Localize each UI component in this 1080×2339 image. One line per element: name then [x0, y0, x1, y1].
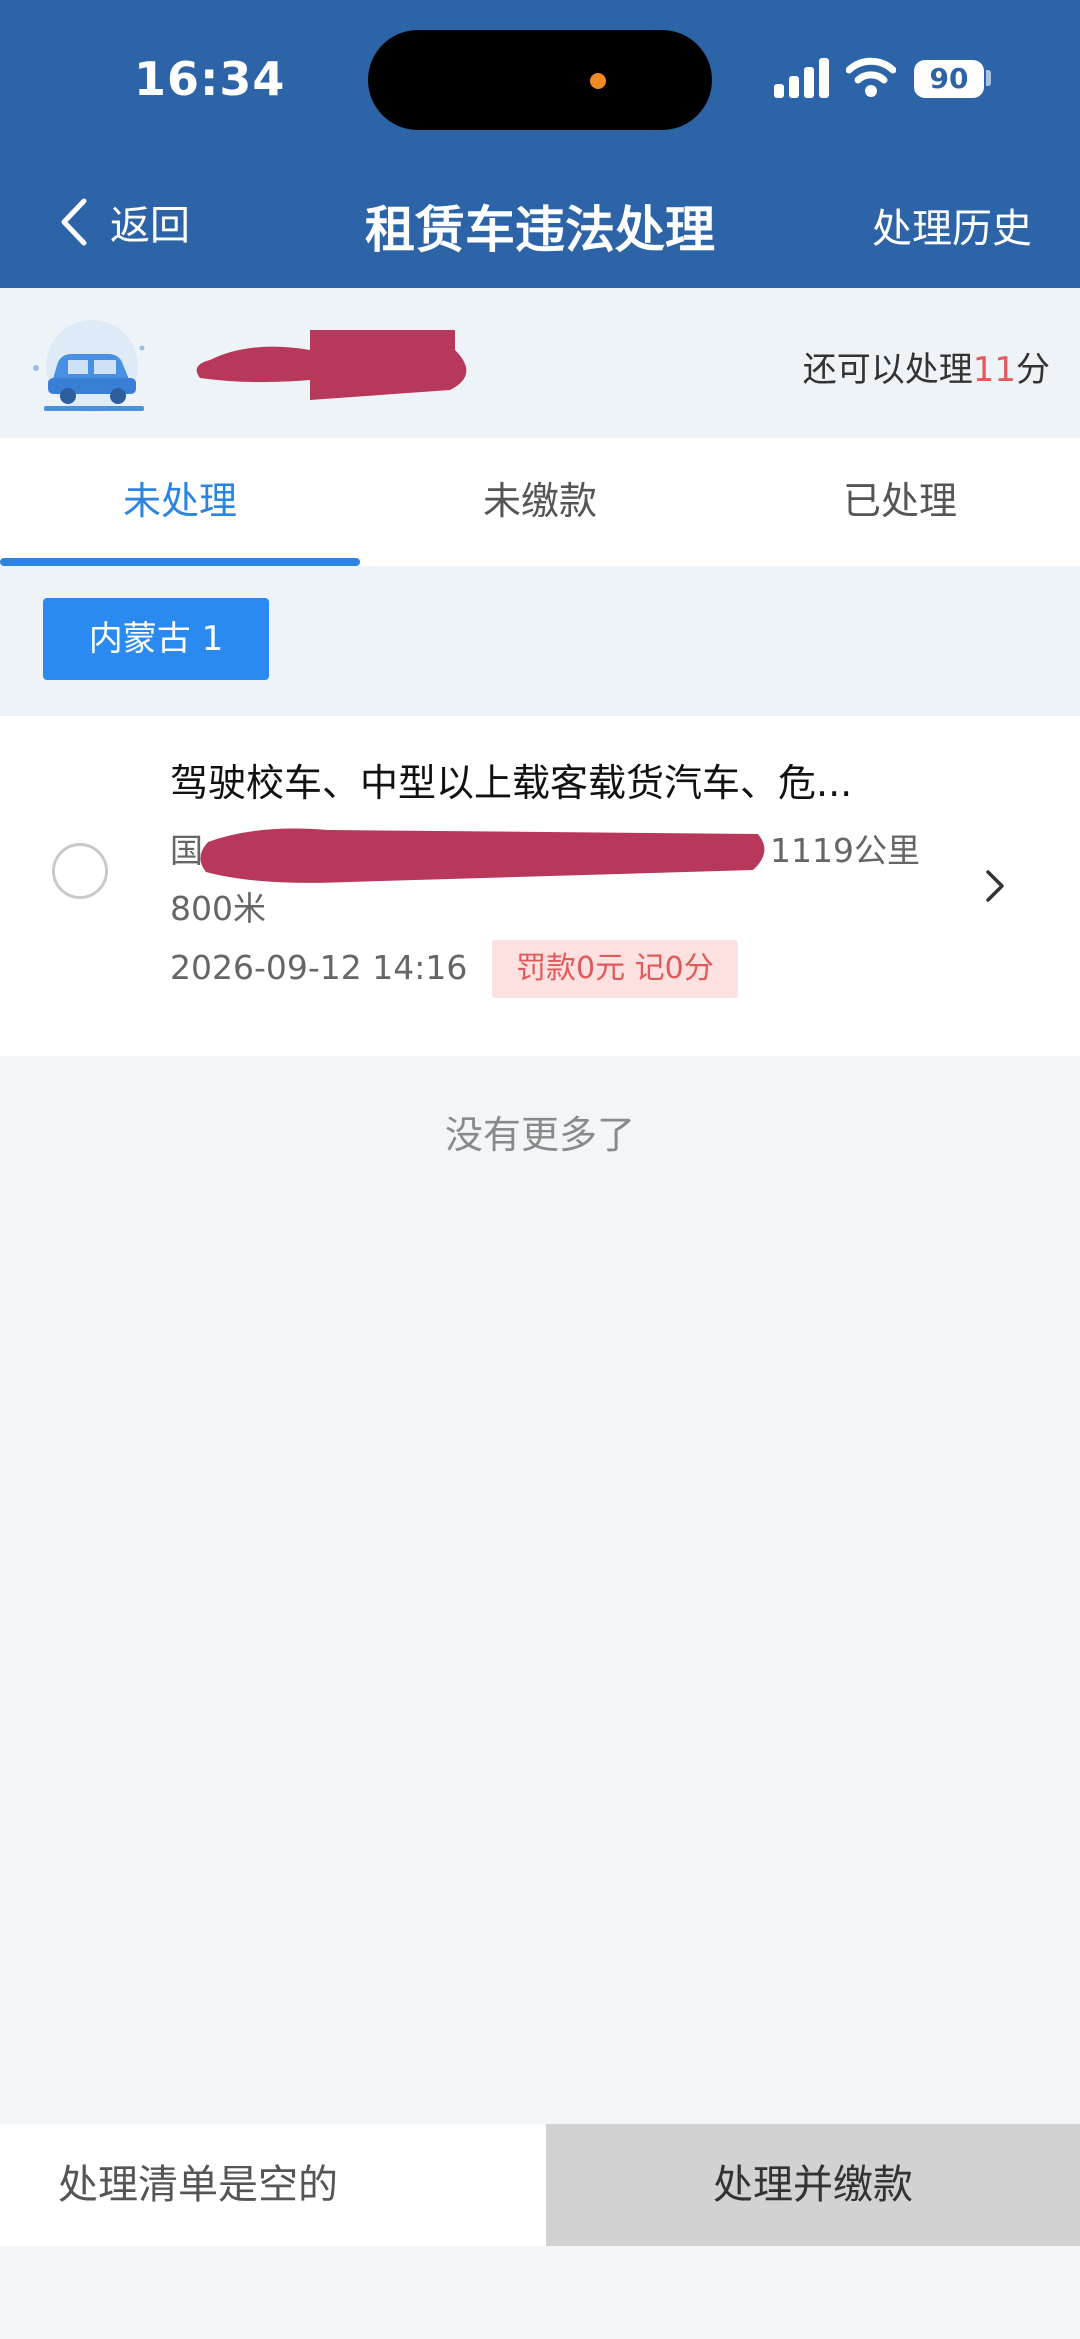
quota-value: 11	[972, 350, 1016, 390]
chevron-left-icon	[61, 198, 87, 246]
car-icon	[33, 320, 145, 412]
status-tabs: 未处理 未缴款 已处理	[0, 438, 1080, 566]
license-plate-redaction	[196, 330, 467, 400]
cellular-signal-icon	[774, 58, 830, 98]
penalty-badge: 罚款0元 记0分	[492, 940, 738, 998]
status-time: 16:34	[134, 52, 286, 106]
tab-processed[interactable]: 已处理	[720, 438, 1080, 566]
violation-title: 驾驶校车、中型以上载客载货汽车、危...	[170, 761, 853, 805]
dynamic-island	[368, 30, 712, 130]
chevron-right-icon	[986, 870, 1004, 902]
tab-unpaid[interactable]: 未缴款	[360, 438, 720, 566]
back-button[interactable]: 返回	[58, 192, 190, 252]
tab-unprocessed[interactable]: 未处理	[0, 438, 360, 566]
region-chip[interactable]: 内蒙古 1	[43, 598, 269, 680]
battery-tip	[986, 70, 991, 86]
quota-suffix: 分	[1016, 350, 1050, 390]
remaining-points: 还可以处理11分	[803, 342, 1050, 391]
back-label: 返回	[110, 203, 190, 249]
violation-item[interactable]: 驾驶校车、中型以上载客载货汽车、危... 国 1119公里 800米 2026-…	[0, 716, 1080, 1056]
violation-time: 2026-09-12 14:16	[170, 948, 468, 987]
list-end-text: 没有更多了	[444, 1113, 635, 1157]
vehicle-info-bar: 还可以处理11分	[0, 288, 1080, 438]
app-header: 16:34 90 返回 租赁车违法处理 处理历史	[0, 0, 1080, 288]
select-radio[interactable]	[52, 843, 108, 899]
location-end: 1119公里	[770, 831, 920, 870]
violation-location: 国 1119公里 800米	[170, 822, 930, 938]
region-filter: 内蒙古 1	[0, 566, 1080, 716]
location-redaction	[200, 828, 765, 883]
wifi-icon	[846, 57, 896, 97]
selection-status: 处理清单是空的	[58, 2162, 338, 2208]
history-button[interactable]: 处理历史	[872, 196, 1032, 254]
quota-prefix: 还可以处理	[802, 350, 973, 390]
process-and-pay-button[interactable]: 处理并缴款	[546, 2124, 1080, 2246]
battery-icon: 90	[914, 60, 984, 98]
bottom-action-bar: 处理清单是空的 处理并缴款	[0, 2124, 1080, 2246]
camera-indicator-icon	[590, 73, 606, 89]
